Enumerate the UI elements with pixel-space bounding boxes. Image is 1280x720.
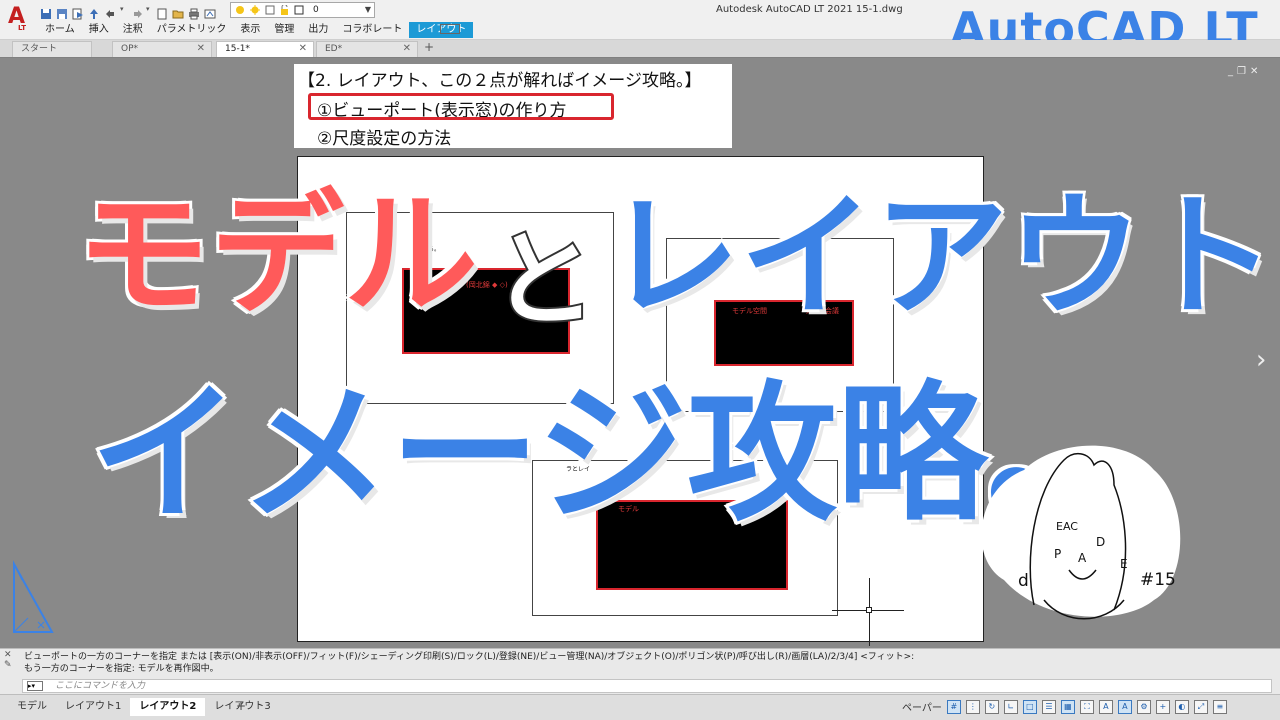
crosshair-pickbox — [866, 607, 872, 613]
redo-dropdown-icon[interactable]: ▾ — [146, 5, 152, 17]
file-tab-label: スタート — [21, 44, 58, 54]
command-history-line: もう一方のコーナーを指定: モデルを再作図中。 — [24, 664, 219, 674]
close-icon[interactable]: ✕ — [299, 42, 307, 56]
mascot-letter: d — [1018, 571, 1029, 591]
add-tab-button[interactable]: + — [422, 41, 436, 55]
note-heading: 【2. レイアウト、この２点が解ればイメージ攻略。】 — [298, 71, 702, 91]
command-menu-icon[interactable]: ▸▾ — [27, 681, 43, 691]
mascot-letter: P — [1054, 547, 1061, 561]
polar-tracking-icon[interactable]: ↻ — [984, 699, 999, 714]
chevron-right-icon[interactable]: › — [1256, 345, 1266, 375]
close-icon[interactable]: ✕ — [4, 650, 18, 660]
fullscreen-icon[interactable]: ⤢ — [1193, 699, 1208, 714]
save-icon[interactable] — [40, 5, 52, 19]
gear-icon[interactable]: ⚙ — [1136, 699, 1151, 714]
command-line-grip[interactable]: ✕ ✎ — [4, 650, 18, 694]
layer-name: 0 — [313, 5, 319, 15]
customize-menu-icon[interactable]: ≡ — [1212, 699, 1227, 714]
ortho-icon[interactable]: ∟ — [1003, 699, 1018, 714]
autocad-window: A LT ▾ ▾ 0 ▼ Autodesk AutoCAD LT 2021 15… — [0, 0, 1280, 720]
undo-dropdown-icon[interactable]: ▾ — [120, 5, 126, 17]
object-snap-icon[interactable]: □ — [1022, 699, 1037, 714]
file-tab-op[interactable]: OP* ✕ — [112, 41, 212, 57]
mascot-letter: D — [1096, 535, 1105, 549]
overlay-model-text: モデル — [73, 177, 480, 333]
layout-tab-2[interactable]: レイアウト2 — [130, 698, 206, 716]
undo-icon[interactable] — [104, 5, 116, 18]
file-tabs: スタート OP* ✕ 15-1* ✕ ED* ✕ — [0, 40, 1280, 57]
add-icon[interactable]: + — [1155, 699, 1170, 714]
mascot-letter: A — [1078, 551, 1087, 565]
quick-access-toolbar: ▾ ▾ — [40, 3, 216, 20]
file-tab-label: 15-1* — [225, 44, 250, 54]
layout-tab-1[interactable]: レイアウト1 — [56, 698, 130, 716]
window-title: Autodesk AutoCAD LT 2021 15-1.dwg — [716, 4, 903, 15]
upload-icon[interactable] — [88, 5, 100, 19]
close-icon[interactable]: ✕ — [403, 42, 411, 56]
settings-icon[interactable]: ✎ — [4, 660, 18, 670]
tab-parametric[interactable]: パラメトリック — [150, 22, 234, 38]
command-placeholder: ここにコマンドを入力 — [55, 681, 146, 691]
plot-icon[interactable] — [204, 5, 216, 19]
open-icon[interactable] — [72, 5, 84, 20]
annotation-visibility-icon[interactable]: A — [1117, 699, 1132, 714]
note-item-2: ②尺度設定の方法 — [317, 129, 452, 149]
autocad-logo-icon[interactable]: A LT — [6, 4, 32, 34]
layer-bulb-sun-lock-icon — [236, 5, 304, 15]
highlight-box — [308, 93, 614, 120]
tab-insert[interactable]: 挿入 — [82, 22, 116, 38]
minimize-icon[interactable]: _ — [1228, 66, 1233, 77]
print-icon[interactable] — [188, 5, 200, 20]
episode-number: #15 — [1140, 570, 1176, 590]
open-folder-icon[interactable] — [172, 5, 184, 19]
overlay-to-text: と — [490, 219, 598, 341]
title-bar: A LT ▾ ▾ 0 ▼ Autodesk AutoCAD LT 2021 15… — [0, 0, 1280, 56]
close-icon[interactable]: ✕ — [1250, 66, 1258, 77]
paper-space-toggle[interactable]: ペーパー — [902, 699, 942, 714]
layer-state-icons — [235, 5, 305, 16]
isolate-icon[interactable]: ◐ — [1174, 699, 1189, 714]
status-bar: モデル レイアウト1 レイアウト2 レイアウト3 + ペーパー # ⋮ ↻ ∟ … — [0, 694, 1280, 720]
ribbon-panel-toggle-icon[interactable] — [440, 24, 460, 34]
redo-icon[interactable] — [130, 5, 142, 18]
mascot-letters: EAC — [1056, 520, 1078, 533]
layout-tab-model[interactable]: モデル — [8, 698, 56, 716]
save-as-icon[interactable] — [56, 5, 68, 19]
selection-cycling-icon[interactable]: ⛶ — [1079, 699, 1094, 714]
tab-collaborate[interactable]: コラボレート — [335, 22, 409, 38]
viewport-controls: _ ❐ ✕ — [1228, 66, 1258, 77]
restore-icon[interactable]: ❐ — [1237, 66, 1246, 77]
command-history-line: ビューポートの一方のコーナーを指定 または [表示(ON)/非表示(OFF)/フ… — [24, 652, 915, 662]
lineweight-icon[interactable]: ☰ — [1041, 699, 1056, 714]
tab-manage[interactable]: 管理 — [267, 22, 301, 38]
file-tab-label: ED* — [325, 44, 343, 54]
tab-annotate[interactable]: 注釈 — [116, 22, 150, 38]
ucs-icon — [13, 560, 54, 633]
file-tab-start[interactable]: スタート — [12, 41, 92, 57]
command-history: ビューポートの一方のコーナーを指定 または [表示(ON)/非表示(OFF)/フ… — [24, 651, 914, 675]
command-input[interactable]: ▸▾ ここにコマンドを入力 — [22, 679, 1272, 693]
file-tab-ed[interactable]: ED* ✕ — [316, 41, 418, 57]
chevron-down-icon[interactable]: ▼ — [365, 3, 371, 17]
grid-icon[interactable]: # — [946, 699, 961, 714]
file-tab-15-1[interactable]: 15-1* ✕ — [216, 41, 314, 57]
tab-view[interactable]: 表示 — [233, 22, 267, 38]
status-toggles: ペーパー # ⋮ ↻ ∟ □ ☰ ▦ ⛶ A A ⚙ + ◐ ⤢ ≡ — [902, 699, 1227, 714]
tab-home[interactable]: ホーム — [38, 22, 82, 38]
overlay-layout-text: レイアウト — [603, 179, 1278, 335]
close-icon[interactable]: ✕ — [197, 42, 205, 56]
add-layout-button[interactable]: + — [236, 699, 246, 713]
new-icon[interactable] — [156, 5, 168, 20]
command-line: ビューポートの一方のコーナーを指定 または [表示(ON)/非表示(OFF)/フ… — [0, 648, 1280, 694]
annotation-scale-icon[interactable]: A — [1098, 699, 1113, 714]
mascot-letter: E — [1120, 557, 1128, 571]
snap-icon[interactable]: ⋮ — [965, 699, 980, 714]
ribbon-tabs: ホーム 挿入 注釈 パラメトリック 表示 管理 出力 コラボレート レイアウト — [38, 22, 474, 38]
file-tab-label: OP* — [121, 44, 139, 54]
layer-combo[interactable]: 0 ▼ — [230, 2, 375, 18]
mascot-logo-icon: EAC P A D E d — [981, 445, 1181, 620]
transparency-icon[interactable]: ▦ — [1060, 699, 1075, 714]
tab-output[interactable]: 出力 — [301, 22, 335, 38]
